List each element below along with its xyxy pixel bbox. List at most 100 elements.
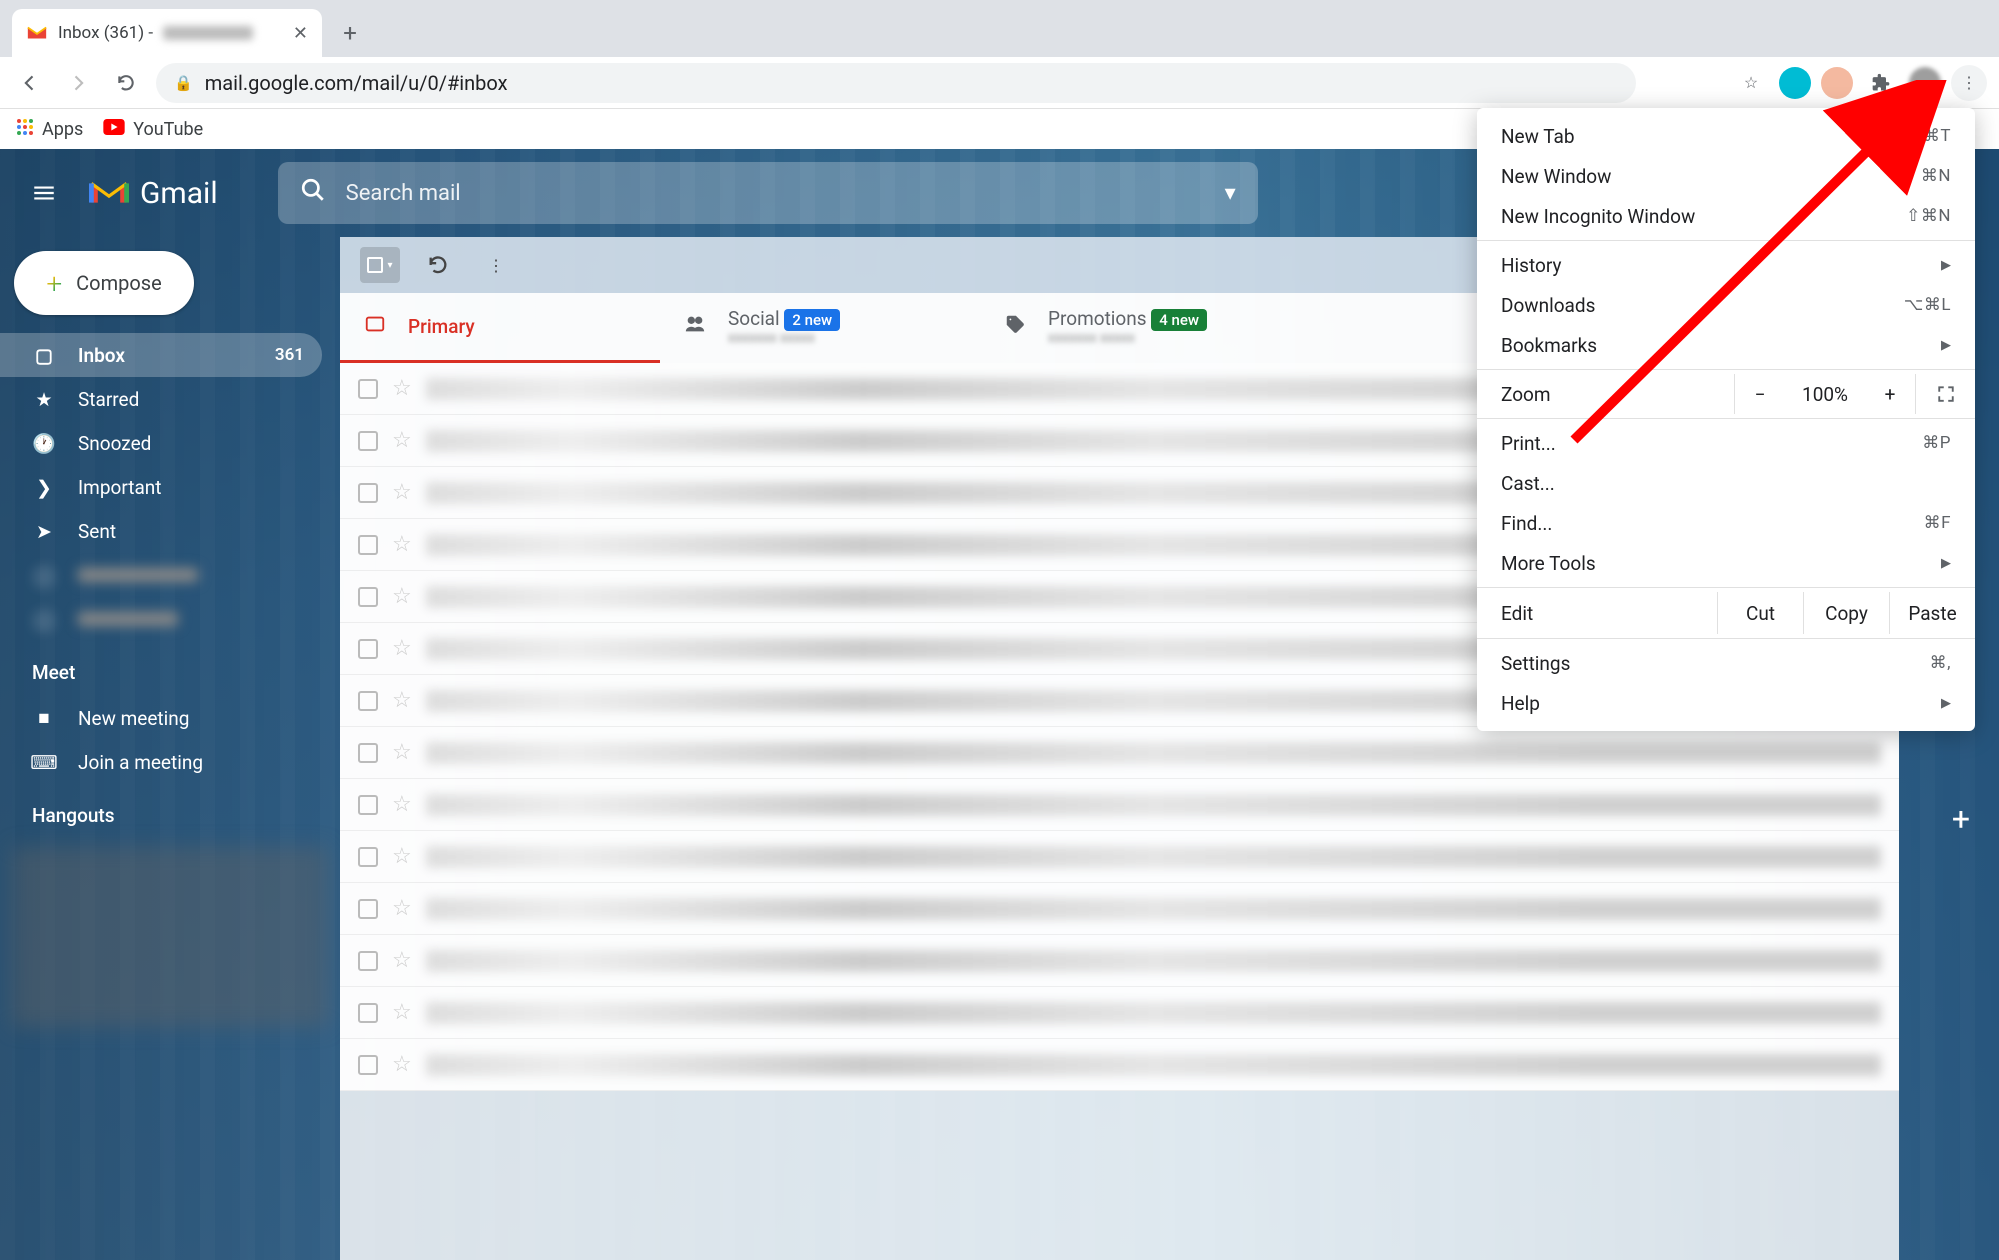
compose-button[interactable]: + Compose	[14, 251, 194, 315]
sidebar-item-redacted[interactable]: ▢	[0, 597, 322, 641]
video-icon: ■	[32, 706, 56, 730]
menu-more-tools[interactable]: More Tools▶	[1477, 543, 1975, 583]
row-checkbox[interactable]	[358, 951, 378, 971]
more-actions-icon[interactable]: ⋮	[476, 245, 516, 285]
starred-label: Starred	[78, 388, 139, 411]
zoom-out-button[interactable]: −	[1735, 383, 1785, 406]
mail-row[interactable]: ☆	[340, 831, 1899, 883]
edit-copy[interactable]: Copy	[1803, 592, 1889, 634]
new-tab-button[interactable]: +	[330, 13, 370, 53]
profile-avatar[interactable]	[1909, 67, 1941, 99]
mail-row[interactable]: ☆	[340, 779, 1899, 831]
menu-downloads[interactable]: Downloads⌥⌘L	[1477, 285, 1975, 325]
menu-history[interactable]: History▶	[1477, 245, 1975, 285]
close-tab-icon[interactable]: ✕	[293, 23, 308, 44]
star-icon[interactable]: ☆	[392, 376, 412, 401]
star-icon[interactable]: ☆	[392, 844, 412, 869]
menu-cast[interactable]: Cast...	[1477, 463, 1975, 503]
star-icon[interactable]: ☆	[392, 584, 412, 609]
star-icon[interactable]: ☆	[392, 1052, 412, 1077]
menu-print[interactable]: Print...⌘P	[1477, 423, 1975, 463]
reload-button[interactable]	[108, 65, 144, 101]
extensions-puzzle-icon[interactable]	[1863, 65, 1899, 101]
add-on-plus-icon[interactable]: +	[1937, 795, 1985, 843]
sidebar-item-important[interactable]: ❯Important	[0, 465, 322, 509]
row-checkbox[interactable]	[358, 639, 378, 659]
sidebar-item-starred[interactable]: ★Starred	[0, 377, 322, 421]
refresh-button[interactable]	[418, 245, 458, 285]
row-content-redacted	[426, 898, 1881, 920]
star-icon[interactable]: ☆	[392, 636, 412, 661]
address-bar[interactable]: 🔒 mail.google.com/mail/u/0/#inbox	[156, 63, 1636, 103]
fullscreen-button[interactable]	[1915, 374, 1975, 414]
join-meeting[interactable]: ⌨Join a meeting	[0, 740, 322, 784]
mail-row[interactable]: ☆	[340, 987, 1899, 1039]
main-menu-icon[interactable]	[20, 169, 68, 217]
star-icon[interactable]: ☆	[392, 428, 412, 453]
sidebar-item-redacted[interactable]: ▢	[0, 553, 322, 597]
chevron-right-icon: ▶	[1941, 556, 1951, 571]
join-meeting-label: Join a meeting	[78, 751, 203, 774]
row-checkbox[interactable]	[358, 1055, 378, 1075]
star-icon[interactable]: ☆	[392, 792, 412, 817]
row-checkbox[interactable]	[358, 587, 378, 607]
apps-shortcut[interactable]: Apps	[16, 118, 83, 141]
tab-promotions[interactable]: Promotions 4 new xxxxxxx xxxxx	[980, 293, 1300, 363]
sidebar-item-snoozed[interactable]: 🕐Snoozed	[0, 421, 322, 465]
row-content-redacted	[426, 950, 1881, 972]
back-button[interactable]	[12, 65, 48, 101]
mail-row[interactable]: ☆	[340, 727, 1899, 779]
mail-row[interactable]: ☆	[340, 1039, 1899, 1091]
menu-bookmarks[interactable]: Bookmarks▶	[1477, 325, 1975, 365]
search-mail[interactable]: ▾	[278, 162, 1258, 224]
gmail-m-icon	[88, 177, 130, 209]
star-icon[interactable]: ☆	[392, 740, 412, 765]
edit-paste[interactable]: Paste	[1889, 592, 1975, 634]
row-checkbox[interactable]	[358, 691, 378, 711]
new-meeting[interactable]: ■New meeting	[0, 696, 322, 740]
row-checkbox[interactable]	[358, 535, 378, 555]
select-all-checkbox[interactable]: ▾	[360, 247, 400, 283]
extension-icon[interactable]	[1821, 67, 1853, 99]
mail-row[interactable]: ☆	[340, 883, 1899, 935]
row-checkbox[interactable]	[358, 795, 378, 815]
compose-label: Compose	[76, 271, 162, 295]
star-icon[interactable]: ☆	[392, 948, 412, 973]
menu-help[interactable]: Help▶	[1477, 683, 1975, 723]
menu-find[interactable]: Find...⌘F	[1477, 503, 1975, 543]
menu-incognito[interactable]: New Incognito Window⇧⌘N	[1477, 196, 1975, 236]
menu-settings[interactable]: Settings⌘,	[1477, 643, 1975, 683]
bookmark-star-icon[interactable]: ☆	[1733, 65, 1769, 101]
edit-cut[interactable]: Cut	[1717, 592, 1803, 634]
row-checkbox[interactable]	[358, 847, 378, 867]
tab-social[interactable]: Social 2 new xxxxxxx xxxxx	[660, 293, 980, 363]
star-icon[interactable]: ☆	[392, 480, 412, 505]
tab-primary[interactable]: Primary	[340, 293, 660, 363]
zoom-in-button[interactable]: +	[1865, 383, 1915, 406]
chrome-menu-button[interactable]: ⋮	[1951, 65, 1987, 101]
gmail-logo[interactable]: Gmail	[88, 176, 218, 211]
mail-row[interactable]: ☆	[340, 935, 1899, 987]
row-checkbox[interactable]	[358, 899, 378, 919]
row-checkbox[interactable]	[358, 379, 378, 399]
extension-grammarly-icon[interactable]	[1779, 67, 1811, 99]
star-icon[interactable]: ☆	[392, 896, 412, 921]
menu-label: Settings	[1501, 652, 1570, 675]
sidebar-item-sent[interactable]: ➤Sent	[0, 509, 322, 553]
row-checkbox[interactable]	[358, 743, 378, 763]
star-icon[interactable]: ☆	[392, 1000, 412, 1025]
youtube-label: YouTube	[133, 119, 203, 140]
row-checkbox[interactable]	[358, 483, 378, 503]
search-options-icon[interactable]: ▾	[1225, 181, 1236, 206]
star-icon[interactable]: ☆	[392, 532, 412, 557]
sidebar-item-inbox[interactable]: ▢ Inbox 361	[0, 333, 322, 377]
menu-new-tab[interactable]: New Tab⌘T	[1477, 116, 1975, 156]
star-icon[interactable]: ☆	[392, 688, 412, 713]
search-input[interactable]	[346, 181, 1205, 206]
menu-new-window[interactable]: New Window⌘N	[1477, 156, 1975, 196]
forward-button[interactable]	[60, 65, 96, 101]
row-checkbox[interactable]	[358, 431, 378, 451]
youtube-bookmark[interactable]: YouTube	[103, 119, 203, 140]
row-checkbox[interactable]	[358, 1003, 378, 1023]
browser-tab[interactable]: Inbox (361) - ✕	[12, 9, 322, 57]
